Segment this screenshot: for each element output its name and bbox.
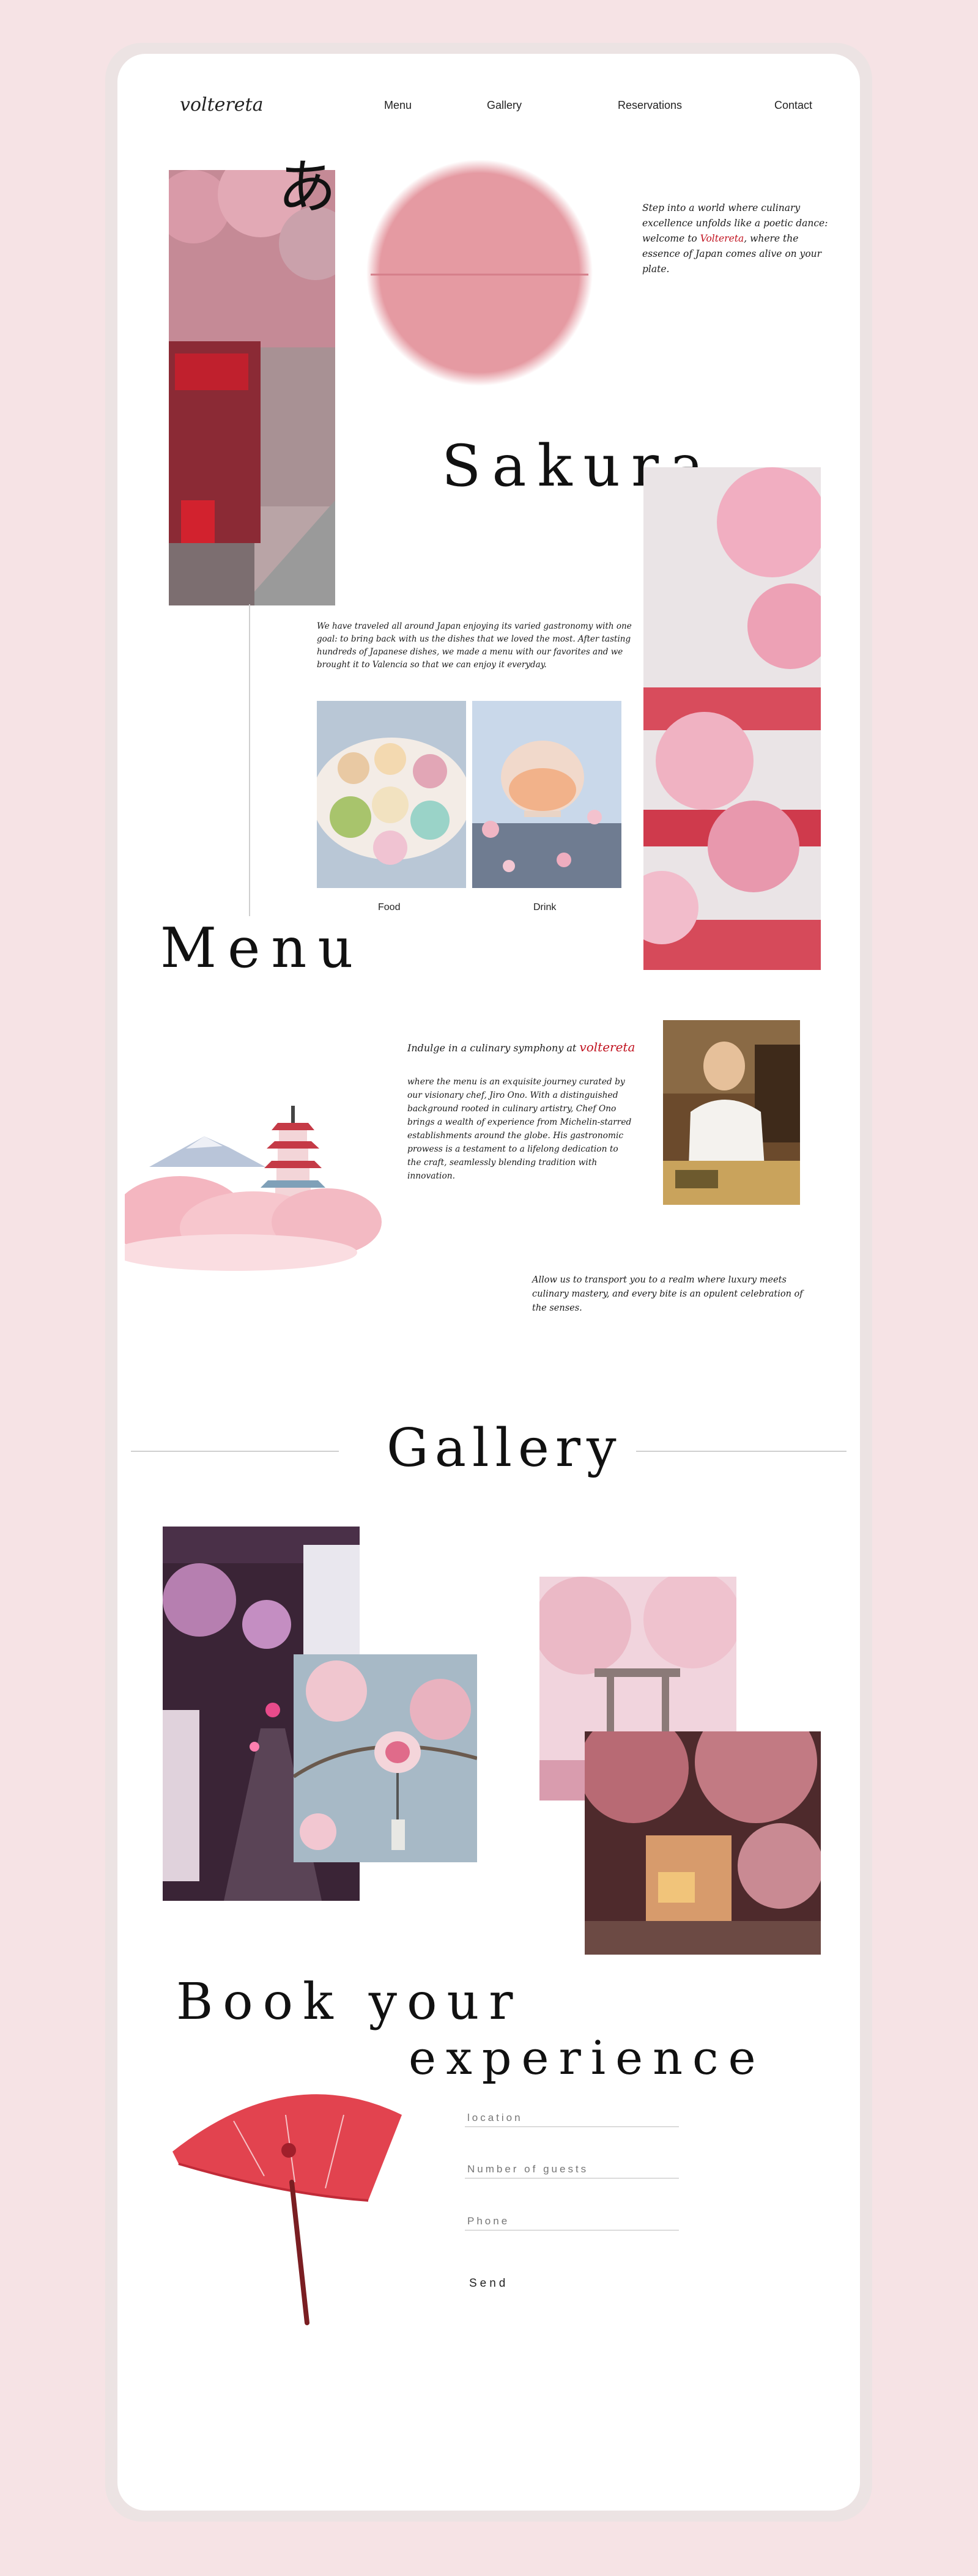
about-text: We have traveled all around Japan enjoyi… [317, 621, 632, 670]
menu-title: Menu [160, 916, 365, 980]
street-photo [169, 170, 335, 605]
page: voltereta Menu Gallery Reservations Cont… [117, 54, 860, 2511]
phone-field [465, 2215, 681, 2230]
menu-body: where the menu is an exquisite journey c… [407, 1077, 632, 1181]
food-label: Food [378, 902, 401, 912]
nav-menu[interactable]: Menu [384, 99, 412, 112]
vertical-divider [249, 604, 250, 916]
sun-circle [366, 160, 593, 386]
gallery-rule-right [636, 1451, 846, 1452]
menu-lead: Indulge in a culinary symphony at volter… [407, 1040, 635, 1054]
location-input[interactable] [465, 2112, 681, 2126]
drink-photo[interactable] [472, 701, 621, 888]
menu-closing: Allow us to transport you to a realm whe… [532, 1275, 803, 1313]
gallery-street-photo[interactable] [585, 1731, 821, 1955]
nav-reservations[interactable]: Reservations [618, 99, 682, 112]
location-field [465, 2112, 681, 2127]
intro-text: Step into a world where culinary excelle… [642, 202, 828, 275]
nav-gallery[interactable]: Gallery [487, 99, 522, 112]
pagoda-blossom-photo [643, 467, 821, 970]
gallery-title: Gallery [387, 1418, 623, 1479]
booking-title-line2: experience [409, 2030, 766, 2085]
pagoda-illustration [125, 1106, 382, 1271]
booking-title-line1: Book your [176, 1973, 523, 2031]
gallery-bell-photo[interactable] [294, 1654, 477, 1862]
kana-glyph: あ [278, 153, 336, 221]
food-photo[interactable] [317, 701, 466, 888]
send-button[interactable]: Send [469, 2277, 508, 2290]
intro-brand-highlight: Voltereta [700, 233, 744, 244]
gallery-rule-left [131, 1451, 339, 1452]
chef-photo [663, 1020, 800, 1205]
nav-contact[interactable]: Contact [774, 99, 812, 112]
drink-label: Drink [533, 902, 557, 912]
umbrella-illustration [172, 2094, 402, 2325]
brand-logo[interactable]: voltereta [180, 94, 263, 116]
phone-input[interactable] [465, 2215, 681, 2230]
guests-input[interactable] [465, 2163, 681, 2178]
guests-field [465, 2163, 681, 2178]
